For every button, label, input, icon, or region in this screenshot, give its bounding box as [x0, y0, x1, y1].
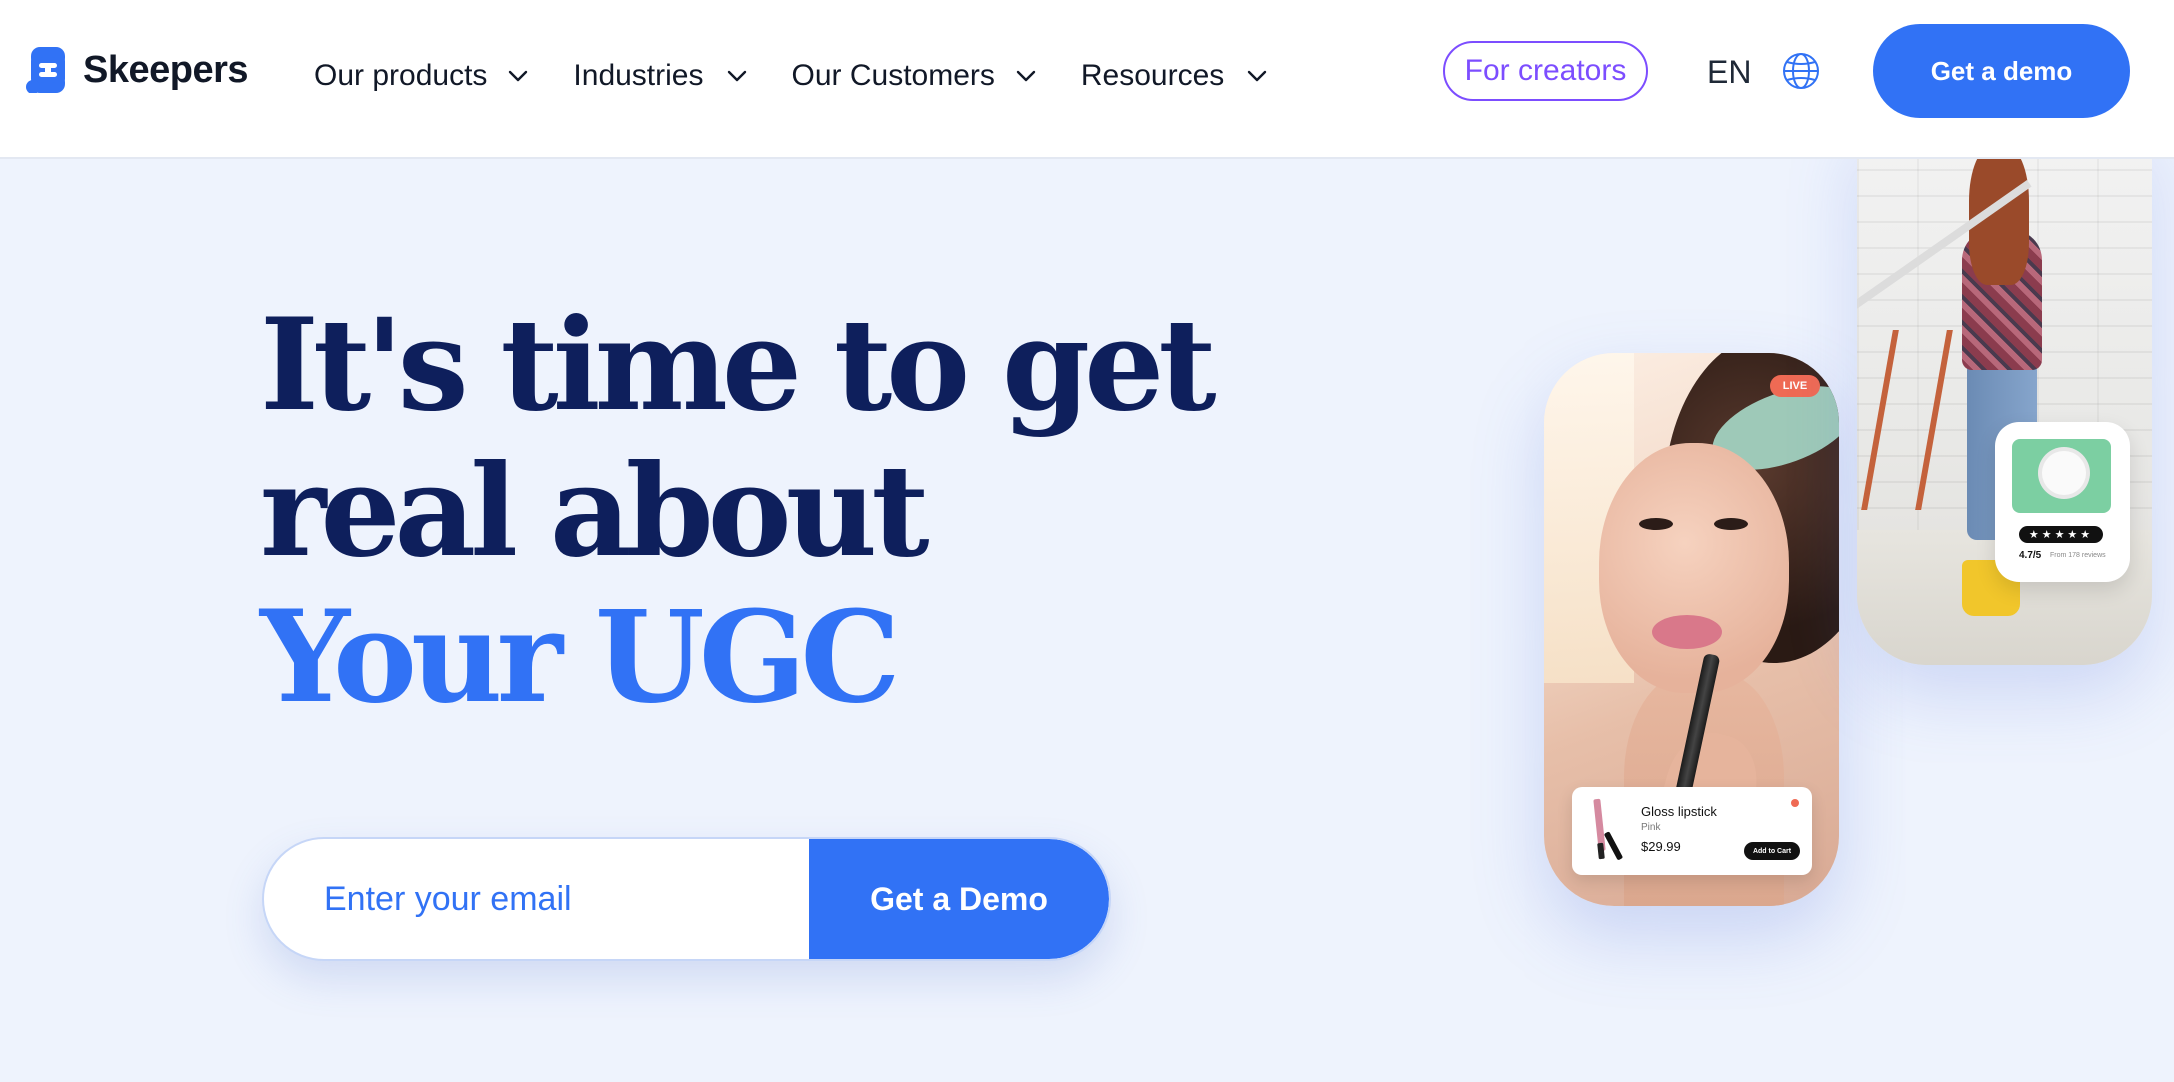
email-demo-form: Get a Demo [262, 837, 1111, 961]
lipstick-product-icon [1593, 798, 1623, 860]
nav-resources[interactable]: Resources [1081, 59, 1268, 93]
nav-label: Our products [314, 59, 488, 92]
product-name: Gloss lipstick [1641, 804, 1717, 819]
chevron-down-icon [1016, 70, 1036, 82]
lips-shape [1652, 615, 1722, 649]
nav-label: Our Customers [791, 59, 995, 92]
headline-line-2: real about [260, 437, 930, 585]
eye-shape [1639, 518, 1673, 530]
hero-headline: It's time to get real about Your UGC [260, 291, 1217, 731]
headline-line-1: It's time to get [260, 291, 1217, 439]
product-price: $29.99 [1641, 839, 1681, 854]
skeepers-logo-icon [26, 47, 65, 93]
main-nav: Our products Industries Our Customers Re… [314, 52, 1312, 100]
face-shape [1599, 443, 1789, 693]
email-input[interactable] [264, 839, 809, 959]
headline-line-3: Your UGC [260, 583, 901, 731]
product-variant: Pink [1641, 822, 1661, 833]
logo-text: Skeepers [83, 48, 249, 91]
logo[interactable]: Skeepers [25, 44, 249, 96]
paint-product-thumbnail [2012, 439, 2111, 513]
get-a-demo-button[interactable]: Get a demo [1873, 24, 2130, 118]
star-rating: ★★★★★ [2019, 526, 2103, 543]
nav-our-customers[interactable]: Our Customers [792, 59, 1037, 93]
language-selector[interactable]: EN [1707, 50, 1751, 94]
eye-shape [1714, 518, 1748, 530]
review-count: From 178 reviews [2050, 552, 2106, 559]
ugc-review-video-card[interactable]: ★★★★★ 4.7/5 From 178 reviews [1857, 120, 2152, 665]
globe-icon[interactable] [1781, 51, 1821, 91]
review-card[interactable]: ★★★★★ 4.7/5 From 178 reviews [1995, 422, 2130, 582]
product-card[interactable]: Gloss lipstick Pink $29.99 Add to Cart [1572, 787, 1812, 875]
add-to-cart-button[interactable]: Add to Cart [1744, 842, 1800, 860]
chevron-down-icon [727, 70, 746, 82]
nav-label: Industries [573, 59, 704, 92]
notification-dot [1791, 799, 1799, 807]
live-shopping-video-card[interactable]: LIVE Gloss lipstick Pink $29.99 Add to C… [1544, 353, 1839, 906]
for-creators-button[interactable]: For creators [1443, 41, 1648, 101]
site-header: Skeepers Our products Industries Our Cus… [0, 0, 2174, 159]
nav-label: Resources [1080, 59, 1225, 92]
chevron-down-icon [1248, 70, 1267, 82]
nav-our-products[interactable]: Our products [314, 59, 529, 93]
live-badge: LIVE [1770, 375, 1820, 397]
chevron-down-icon [509, 70, 528, 82]
rating-value: 4.7/5 [2019, 550, 2042, 561]
get-a-demo-submit-button[interactable]: Get a Demo [809, 839, 1109, 959]
nav-industries[interactable]: Industries [573, 59, 747, 93]
